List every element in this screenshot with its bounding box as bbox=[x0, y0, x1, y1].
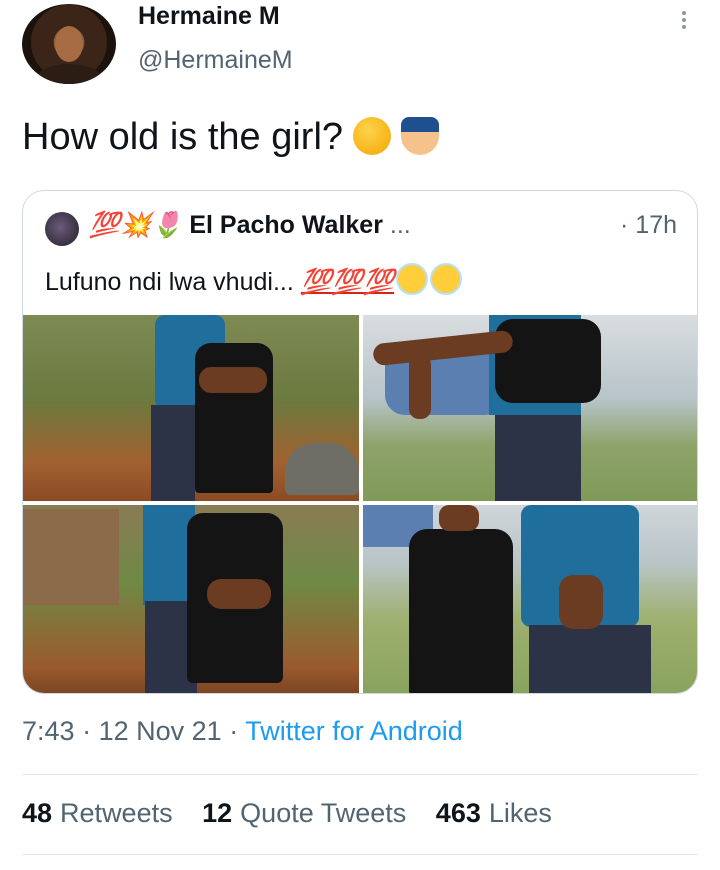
photo-figure bbox=[439, 505, 479, 531]
photo-figure bbox=[559, 575, 603, 629]
photo-figure bbox=[207, 579, 271, 609]
divider bbox=[22, 774, 698, 775]
quotes-count: 12 bbox=[202, 798, 233, 828]
likes-count: 463 bbox=[435, 798, 481, 828]
quotes-label: Quote Tweets bbox=[240, 798, 407, 828]
tweet-text: How old is the girl? bbox=[22, 116, 440, 159]
photo-4[interactable] bbox=[363, 505, 697, 693]
tweet-date[interactable]: 12 Nov 21 bbox=[99, 716, 222, 746]
tweet-time[interactable]: 7:43 bbox=[22, 716, 75, 746]
quoted-name-ellipsis: ... bbox=[389, 211, 411, 239]
meta-separator: · bbox=[82, 716, 92, 746]
tweet-stats: 48 Retweets 12 Quote Tweets 463 Likes bbox=[22, 798, 574, 829]
photo-1[interactable] bbox=[23, 315, 359, 501]
divider bbox=[22, 854, 698, 855]
quoted-body: Lufuno ndi lwa vhudi... bbox=[45, 268, 294, 296]
photo-figure bbox=[151, 405, 195, 501]
more-options-icon[interactable] bbox=[676, 8, 692, 32]
photo-3[interactable] bbox=[23, 505, 359, 693]
quoted-name-prefix: 💯💥🌷 bbox=[89, 211, 183, 239]
photo-2[interactable] bbox=[363, 315, 697, 501]
tweet-body: How old is the girl? bbox=[22, 116, 344, 158]
author-avatar[interactable] bbox=[22, 4, 116, 84]
hundred-points-icon: 💯💯💯 bbox=[300, 268, 395, 296]
photo-figure bbox=[495, 415, 581, 501]
photo-figure bbox=[409, 355, 431, 419]
photo-figure bbox=[199, 367, 267, 393]
quoted-author: 💯💥🌷 El Pacho Walker ... bbox=[89, 211, 411, 240]
thinking-face-icon bbox=[353, 117, 392, 155]
quoted-tweet[interactable]: 💯💥🌷 El Pacho Walker ... · 17h Lufuno ndi… bbox=[22, 190, 698, 694]
photo-figure bbox=[409, 529, 513, 693]
retweets-count: 48 bbox=[22, 798, 53, 828]
quoted-time[interactable]: · 17h bbox=[620, 211, 677, 240]
quotes-stat[interactable]: 12 Quote Tweets bbox=[202, 798, 406, 828]
tweet-source-link[interactable]: Twitter for Android bbox=[245, 716, 463, 746]
avatar-face bbox=[55, 26, 83, 62]
author-handle[interactable]: @HermaineM bbox=[138, 46, 293, 75]
smiling-halo-icon bbox=[396, 263, 429, 295]
likes-label: Likes bbox=[488, 798, 552, 828]
photo-figure bbox=[495, 319, 601, 403]
quoted-text: Lufuno ndi lwa vhudi... 💯💯💯 bbox=[45, 263, 463, 297]
tweet-meta: 7:43 · 12 Nov 21 · Twitter for Android bbox=[22, 716, 463, 747]
author-name[interactable]: Hermaine M bbox=[138, 2, 280, 31]
likes-stat[interactable]: 463 Likes bbox=[436, 798, 552, 828]
quoted-author-name: El Pacho Walker bbox=[189, 211, 383, 239]
retweets-stat[interactable]: 48 Retweets bbox=[22, 798, 173, 828]
photo-wall bbox=[23, 509, 119, 605]
police-officer-icon bbox=[401, 117, 440, 155]
avatar-shoulders bbox=[36, 64, 102, 84]
photo-figure bbox=[195, 343, 273, 493]
meta-separator: · bbox=[229, 716, 239, 746]
smiling-halo-icon bbox=[430, 263, 463, 295]
photo-figure bbox=[529, 625, 651, 693]
retweets-label: Retweets bbox=[60, 798, 173, 828]
quoted-avatar bbox=[45, 212, 79, 246]
photo-rock bbox=[285, 443, 359, 495]
